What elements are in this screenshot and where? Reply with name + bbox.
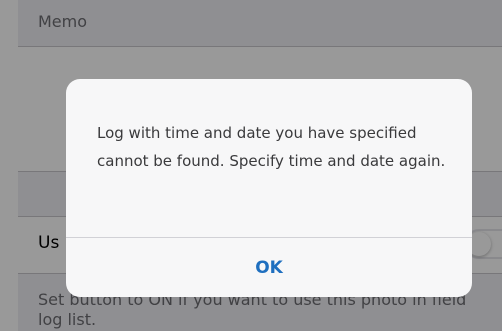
ok-button[interactable]: OK xyxy=(66,238,472,297)
alert-dialog: Log with time and date you have specifie… xyxy=(66,79,472,297)
screen: Memo Us Set button to ON if you want to … xyxy=(0,0,502,331)
alert-message: Log with time and date you have specifie… xyxy=(97,124,446,170)
